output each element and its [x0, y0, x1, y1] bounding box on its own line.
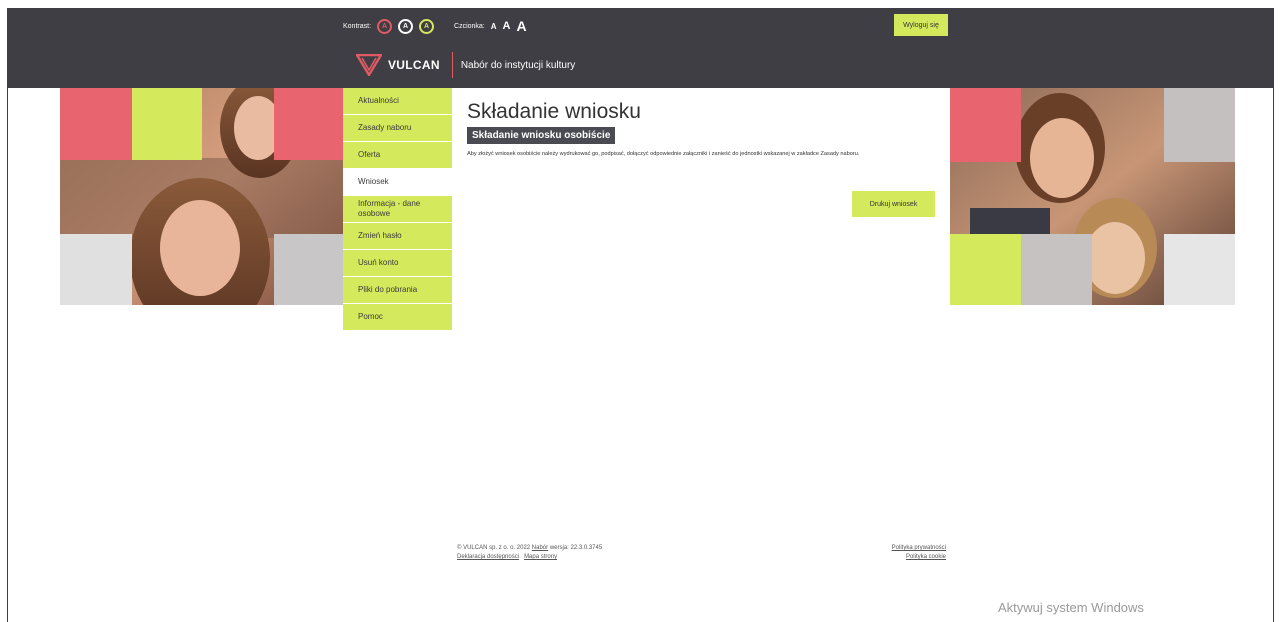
sidebar-item-usun-konto[interactable]: Usuń konto: [343, 250, 452, 277]
brand[interactable]: VULCAN Nabór do instytucji kultury: [354, 52, 576, 78]
contrast-label: Kontrast:: [343, 22, 372, 30]
banner-image-right: [950, 88, 1235, 305]
print-application-button[interactable]: Drukuj wniosek: [852, 191, 935, 217]
main-content: Składanie wniosku Składanie wniosku osob…: [467, 100, 937, 158]
brand-divider: [451, 52, 453, 78]
left-edge: [7, 8, 8, 622]
contrast-yellow-button[interactable]: A: [419, 18, 435, 34]
top-border: [0, 0, 1282, 8]
sidebar-item-zasady-naboru[interactable]: Zasady naboru: [343, 115, 452, 142]
nabor-link[interactable]: Nabór: [532, 545, 548, 551]
logo-text: VULCAN: [388, 58, 440, 72]
sidebar-item-pliki-do-pobrania[interactable]: Pliki do pobrania: [343, 277, 452, 304]
vulcan-logo-icon: [354, 53, 384, 78]
footer-right: Polityka prywatności Polityka cookie: [840, 544, 946, 562]
sidebar-item-zmien-haslo[interactable]: Zmień hasło: [343, 223, 452, 250]
sidebar-item-wniosek[interactable]: Wniosek: [343, 169, 452, 196]
font-small-button[interactable]: A: [491, 22, 497, 31]
instructions-text: Aby złożyć wniosek osobiście należy wydr…: [467, 151, 860, 157]
version-text: wersja: 22.3.0.3745: [549, 545, 603, 551]
sidebar-item-aktualnosci[interactable]: Aktualności: [343, 88, 452, 115]
section-subtitle: Składanie wniosku osobiście: [467, 127, 616, 144]
site-header: Kontrast: A A A Czcionka: A A A Wyloguj …: [8, 8, 1273, 88]
sidebar-nav: Aktualności Zasady naboru Oferta Wniosek…: [343, 88, 452, 331]
font-medium-button[interactable]: A: [503, 20, 511, 32]
right-edge: [1273, 8, 1274, 622]
app-name: Nabór do instytucji kultury: [460, 59, 576, 71]
sidebar-item-informacja-dane-osobowe[interactable]: Informacja - dane osobowe: [343, 196, 452, 223]
logout-button[interactable]: Wyloguj się: [894, 14, 948, 36]
copyright-text: © VULCAN sp. z o. o. 2022: [457, 545, 531, 551]
sidebar-item-pomoc[interactable]: Pomoc: [343, 304, 452, 331]
sitemap-link[interactable]: Mapa strony: [524, 554, 557, 560]
contrast-default-button[interactable]: A: [377, 18, 393, 34]
cookie-policy-link[interactable]: Polityka cookie: [906, 554, 946, 560]
footer-left: © VULCAN sp. z o. o. 2022 Nabór wersja: …: [457, 544, 602, 562]
contrast-high-button[interactable]: A: [398, 18, 414, 34]
accessibility-statement-link[interactable]: Deklaracja dostępności: [457, 554, 519, 560]
page-title: Składanie wniosku: [467, 100, 641, 123]
banner-image-left: [60, 88, 344, 305]
font-large-button[interactable]: A: [516, 18, 526, 34]
windows-activation-watermark: Aktywuj system Windows: [998, 600, 1144, 615]
accessibility-toolbar: Kontrast: A A A Czcionka: A A A: [343, 14, 533, 38]
sidebar-item-oferta[interactable]: Oferta: [343, 142, 452, 169]
browser-viewport: Kontrast: A A A Czcionka: A A A Wyloguj …: [0, 0, 1282, 622]
privacy-policy-link[interactable]: Polityka prywatności: [892, 545, 946, 551]
font-size-label: Czcionka:: [454, 22, 485, 30]
